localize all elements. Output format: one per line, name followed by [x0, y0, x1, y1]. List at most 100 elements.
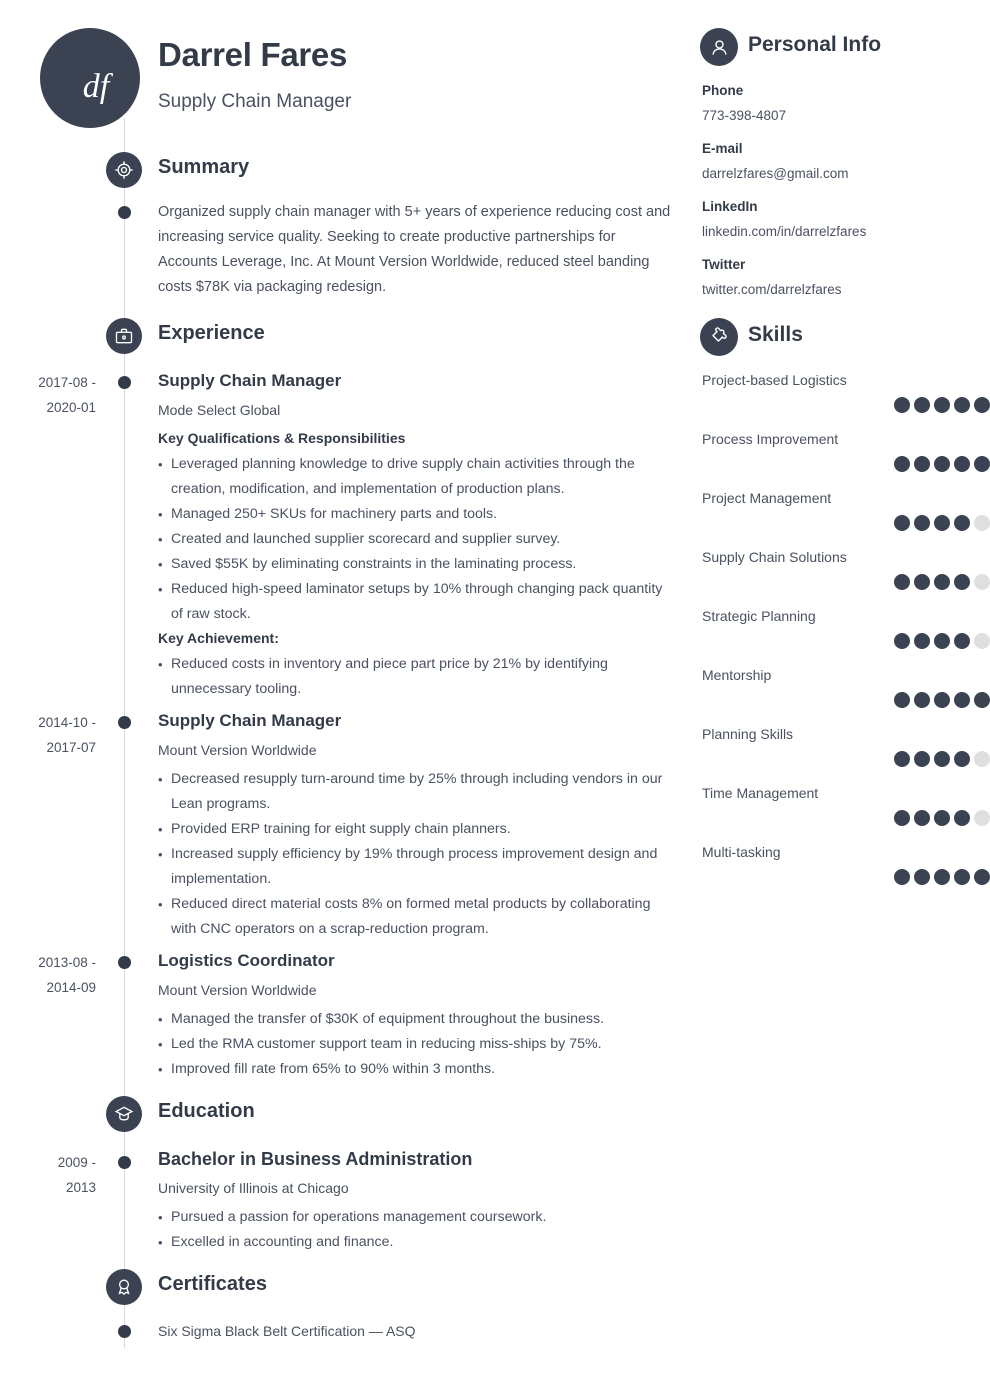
- rating-dot-filled: [894, 633, 910, 649]
- rating-dot-filled: [954, 633, 970, 649]
- experience-entry: Logistics Coordinator Mount Version Worl…: [158, 950, 673, 1082]
- skill-name: Strategic Planning: [702, 608, 816, 624]
- section-header-skills: Skills: [700, 318, 990, 356]
- rating-dot-filled: [934, 869, 950, 885]
- job-date-range: 2017-08 - 2020-01: [0, 370, 96, 420]
- target-icon: [106, 152, 142, 188]
- date-line: 2017-07: [46, 740, 96, 755]
- info-value: twitter.com/darrelzfares: [702, 282, 842, 297]
- list-item: Led the RMA customer support team in red…: [158, 1032, 673, 1057]
- date-line: 2014-10 -: [38, 715, 96, 730]
- skill-name: Project Management: [702, 490, 832, 506]
- job-bullet-list: Leveraged planning knowledge to drive su…: [158, 452, 673, 627]
- job-date-range: 2014-10 - 2017-07: [0, 710, 96, 760]
- skill-rating: [702, 692, 990, 708]
- section-header-summary: Summary: [0, 152, 690, 188]
- timeline-dot: [118, 206, 131, 219]
- info-field-linkedin: LinkedIn linkedin.com/in/darrelzfares: [702, 197, 990, 242]
- info-label: LinkedIn: [702, 199, 758, 214]
- rating-dot-filled: [894, 456, 910, 472]
- info-field-twitter: Twitter twitter.com/darrelzfares: [702, 255, 990, 300]
- job-achievement-head: Key Achievement:: [158, 630, 279, 646]
- list-item: Decreased resupply turn-around time by 2…: [158, 767, 673, 817]
- skill-row: Supply Chain Solutions: [702, 547, 990, 590]
- timeline-dot: [118, 376, 131, 389]
- rating-dot-filled: [914, 692, 930, 708]
- section-header-education: Education: [0, 1096, 690, 1132]
- rating-dot-filled: [914, 810, 930, 826]
- list-item: Reduced costs in inventory and piece par…: [158, 652, 673, 702]
- job-title-text: Supply Chain Manager: [158, 711, 342, 730]
- skill-row: Process Improvement: [702, 429, 990, 472]
- award-ribbon-icon: [106, 1269, 142, 1305]
- rating-dot-filled: [914, 574, 930, 590]
- resume-page: df Darrel Fares Supply Chain Manager Sum…: [0, 0, 990, 1400]
- job-title-text: Logistics Coordinator: [158, 951, 335, 970]
- graduation-cap-icon: [106, 1096, 142, 1132]
- rating-dot-empty: [974, 810, 990, 826]
- summary-text: Organized supply chain manager with 5+ y…: [158, 204, 671, 295]
- sidebar-column: Personal Info Phone 773-398-4807 E-mail …: [700, 0, 990, 1400]
- rating-dot-filled: [954, 869, 970, 885]
- list-item: Reduced direct material costs 8% on form…: [158, 892, 673, 942]
- avatar: df: [40, 28, 140, 128]
- rating-dot-filled: [954, 397, 970, 413]
- person-icon: [700, 28, 738, 66]
- rating-dot-empty: [974, 574, 990, 590]
- skill-rating: [702, 515, 990, 531]
- job-company: Mount Version Worldwide: [158, 982, 317, 998]
- job-title-text: Supply Chain Manager: [158, 371, 342, 390]
- rating-dot-filled: [974, 869, 990, 885]
- education-bullet-list: Pursued a passion for operations managem…: [158, 1205, 673, 1255]
- skill-rating: [702, 574, 990, 590]
- date-line: 2014-09: [46, 980, 96, 995]
- info-label: Twitter: [702, 257, 746, 272]
- rating-dot-filled: [954, 456, 970, 472]
- skill-rating: [702, 397, 990, 413]
- rating-dot-filled: [954, 515, 970, 531]
- rating-dot-filled: [914, 397, 930, 413]
- info-field-phone: Phone 773-398-4807: [702, 81, 990, 126]
- timeline-dot: [118, 1156, 131, 1169]
- skill-name: Multi-tasking: [702, 844, 781, 860]
- rating-dot-filled: [954, 751, 970, 767]
- section-header-certificates: Certificates: [0, 1269, 690, 1305]
- rating-dot-filled: [934, 633, 950, 649]
- section-title-skills: Skills: [748, 323, 803, 346]
- list-item: Improved fill rate from 65% to 90% withi…: [158, 1057, 673, 1082]
- job-achievement-list: Reduced costs in inventory and piece par…: [158, 652, 673, 702]
- skill-row: Multi-tasking: [702, 842, 990, 885]
- list-item: Created and launched supplier scorecard …: [158, 527, 673, 552]
- page-title: Darrel Fares: [158, 36, 348, 73]
- date-line: 2009 -: [57, 1155, 96, 1170]
- date-line: 2017-08 -: [38, 375, 96, 390]
- main-column: df Darrel Fares Supply Chain Manager Sum…: [0, 0, 690, 1400]
- skill-rating: [702, 751, 990, 767]
- puzzle-piece-icon: [700, 318, 738, 356]
- rating-dot-filled: [914, 515, 930, 531]
- timeline-dot: [118, 956, 131, 969]
- date-line: 2013: [65, 1180, 96, 1195]
- job-date-range: 2013-08 - 2014-09: [0, 950, 96, 1000]
- rating-dot-filled: [894, 869, 910, 885]
- list-item: Saved $55K by eliminating constraints in…: [158, 552, 673, 577]
- list-item: Managed 250+ SKUs for machinery parts an…: [158, 502, 673, 527]
- job-bullet-list: Decreased resupply turn-around time by 2…: [158, 767, 673, 942]
- rating-dot-empty: [974, 633, 990, 649]
- job-company: Mount Version Worldwide: [158, 742, 317, 758]
- rating-dot-filled: [894, 692, 910, 708]
- date-line: 2013-08 -: [38, 955, 96, 970]
- job-company: Mode Select Global: [158, 402, 281, 418]
- rating-dot-filled: [954, 810, 970, 826]
- list-item: Leveraged planning knowledge to drive su…: [158, 452, 673, 502]
- info-value: linkedin.com/in/darrelzfares: [702, 224, 867, 239]
- list-item: Increased supply efficiency by 19% throu…: [158, 842, 673, 892]
- experience-entry: Supply Chain Manager Mode Select Global …: [158, 370, 673, 702]
- experience-entry: Supply Chain Manager Mount Version World…: [158, 710, 673, 942]
- rating-dot-filled: [914, 869, 930, 885]
- info-label: E-mail: [702, 141, 743, 156]
- education-entry: Bachelor in Business Administration Univ…: [158, 1148, 673, 1255]
- rating-dot-filled: [894, 574, 910, 590]
- skill-rating: [702, 456, 990, 472]
- skill-name: Supply Chain Solutions: [702, 549, 847, 565]
